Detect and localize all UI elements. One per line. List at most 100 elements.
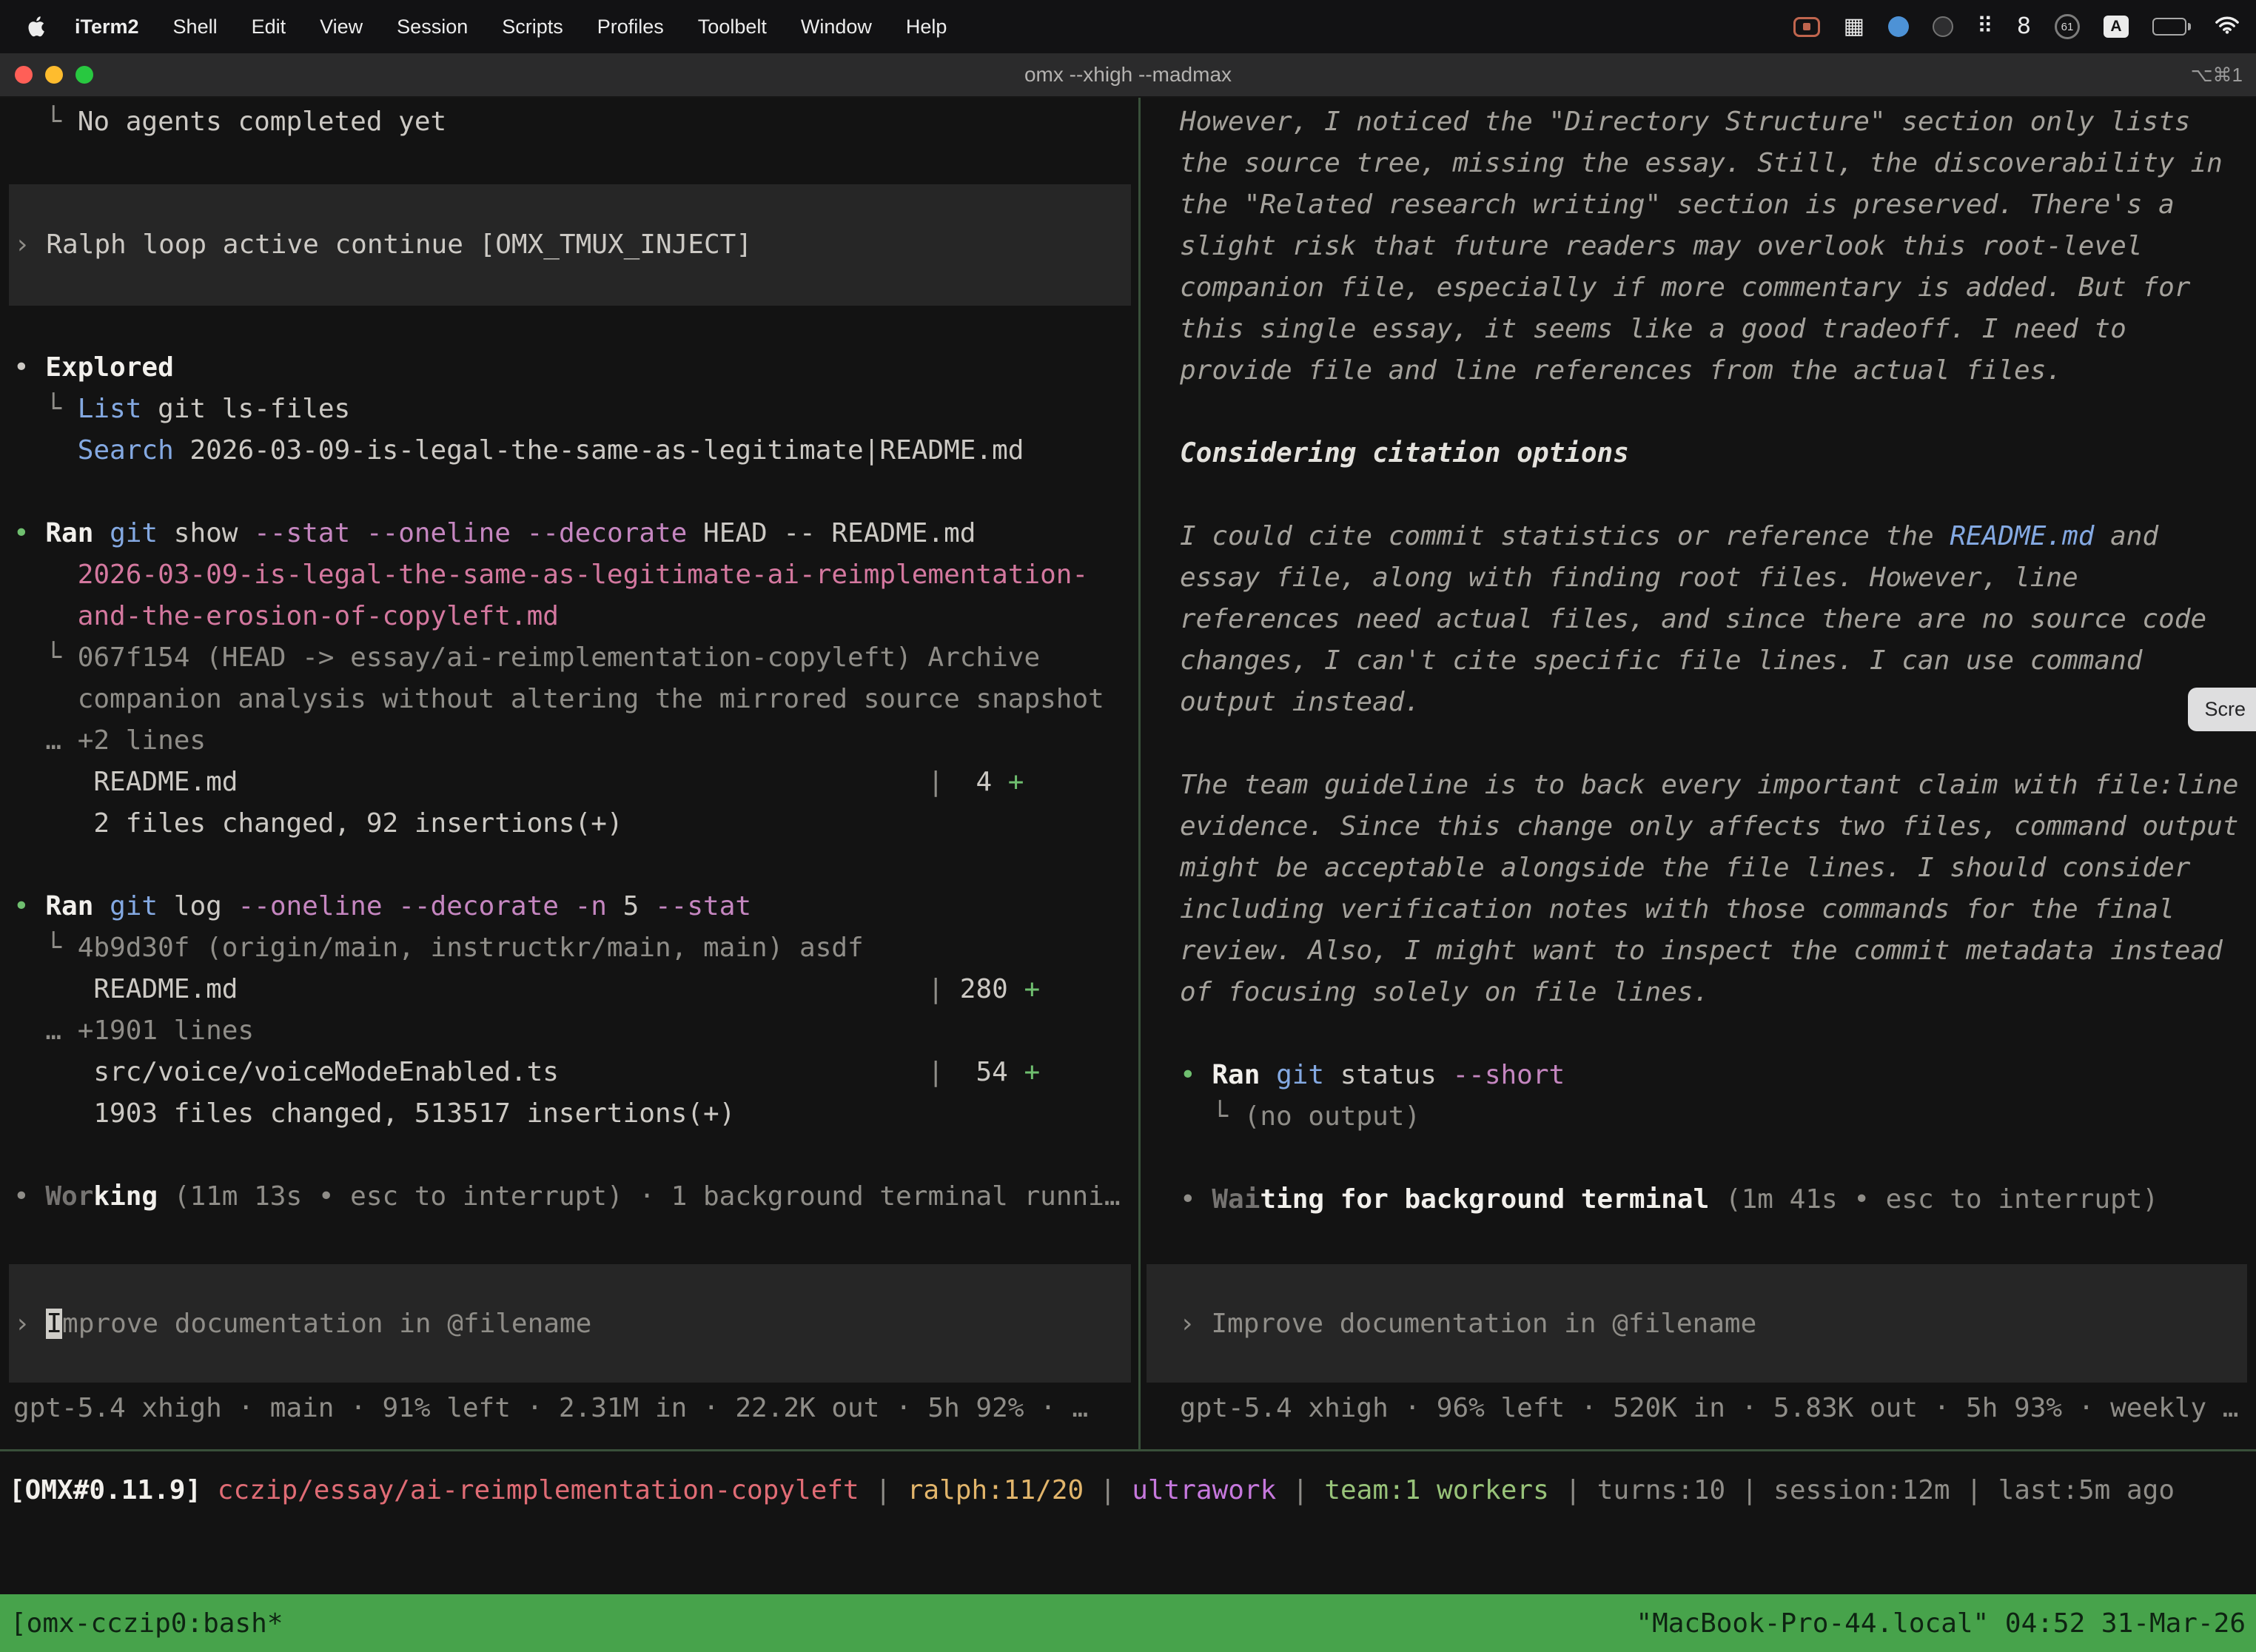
text-segment: └ bbox=[13, 394, 78, 424]
window-title-bar[interactable]: omx --xhigh --madmax ⌥⌘1 bbox=[0, 53, 2256, 98]
reasoning-paragraph: However, I noticed the "Directory Struct… bbox=[1180, 101, 2247, 392]
blank-line bbox=[13, 143, 1138, 184]
reasoning-heading: Considering citation options bbox=[1180, 433, 2256, 474]
text-segment: I could cite commit statistics or refere… bbox=[1180, 521, 1950, 551]
input-text: mprove documentation in @filename bbox=[62, 1309, 591, 1339]
terminal-line: └ No agents completed yet bbox=[13, 101, 1138, 143]
right-input-box[interactable]: › Improve documentation in @filename bbox=[1147, 1264, 2247, 1383]
text-segment: ting for background terminal bbox=[1260, 1184, 1709, 1215]
text-segment: | bbox=[859, 1475, 907, 1505]
menu-item-help[interactable]: Help bbox=[889, 0, 964, 53]
prompt-chevron: › bbox=[1179, 1309, 1211, 1339]
right-terminal-pane[interactable]: However, I noticed the "Directory Struct… bbox=[1141, 98, 2256, 1449]
text-segment: • bbox=[13, 891, 45, 921]
macos-menu-bar: iTerm2 Shell Edit View Session Scripts P… bbox=[0, 0, 2256, 53]
text-segment: README.md bbox=[13, 767, 238, 797]
numeric-app-icon[interactable]: 8 bbox=[2017, 16, 2031, 38]
menu-bar-left: iTerm2 Shell Edit View Session Scripts P… bbox=[0, 0, 964, 53]
tab-shortcut-hint: ⌥⌘1 bbox=[2191, 64, 2256, 87]
text-segment: • bbox=[13, 518, 45, 548]
text-segment: • bbox=[1180, 1184, 1212, 1215]
text-segment: git bbox=[110, 891, 174, 921]
text-segment: However, I noticed the "Directory Struct… bbox=[1180, 107, 2223, 386]
battery-icon[interactable] bbox=[2152, 18, 2191, 36]
close-window-button[interactable] bbox=[15, 66, 33, 84]
window-title: omx --xhigh --madmax bbox=[0, 63, 2256, 87]
minimize-window-button[interactable] bbox=[45, 66, 63, 84]
text-segment: | bbox=[559, 1057, 944, 1087]
text-segment: status bbox=[1340, 1060, 1453, 1090]
right-pane-scrollback: However, I noticed the "Directory Struct… bbox=[1180, 101, 2256, 1220]
text-segment: show bbox=[174, 518, 254, 548]
menu-item-profiles[interactable]: Profiles bbox=[580, 0, 681, 53]
text-segment: Ran bbox=[45, 518, 110, 548]
terminal-line: and-the-erosion-of-copyleft.md bbox=[13, 596, 1138, 637]
edge-tooltip-button[interactable]: Scre bbox=[2188, 688, 2256, 731]
text-segment: • bbox=[13, 352, 45, 383]
text-segment: src/voice/voiceModeEnabled.ts bbox=[13, 1057, 559, 1087]
dots-app-icon[interactable]: ⠿ bbox=[1977, 16, 1993, 38]
left-terminal-pane[interactable]: └ No agents completed yet › Ralph loop ac… bbox=[0, 98, 1138, 1449]
text-segment: | bbox=[1276, 1475, 1324, 1505]
blank-line bbox=[1180, 1138, 2256, 1179]
text-segment: 5 bbox=[623, 891, 655, 921]
pane-divider-vertical[interactable] bbox=[1138, 98, 1141, 1449]
battery-gauge-icon[interactable]: 61 bbox=[2055, 14, 2080, 39]
menu-item-window[interactable]: Window bbox=[784, 0, 889, 53]
text-segment: king bbox=[93, 1181, 158, 1212]
menu-bar-status-icons: ▦ ⠿ 8 61 A bbox=[1793, 14, 2256, 39]
tmux-session-window-label[interactable]: [omx-cczip0:bash* bbox=[10, 1608, 283, 1639]
text-segment: 54 bbox=[944, 1057, 1024, 1087]
text-segment: 2026-03-09-is-legal-the-same-as-legitima… bbox=[13, 560, 1088, 590]
input-source-icon[interactable]: A bbox=[2104, 16, 2129, 38]
menu-item-edit[interactable]: Edit bbox=[235, 0, 303, 53]
text-segment: 2026-03-09-is-legal-the-same-as-legitima… bbox=[189, 435, 1024, 466]
battery-body bbox=[2152, 18, 2186, 36]
terminal-line: 1903 files changed, 513517 insertions(+) bbox=[13, 1093, 1138, 1135]
grid-app-icon[interactable]: ▦ bbox=[1844, 16, 1864, 38]
desktop-screen: iTerm2 Shell Edit View Session Scripts P… bbox=[0, 0, 2256, 1652]
terminal-line: └ (no output) bbox=[1180, 1096, 2256, 1138]
terminal-line: … +1901 lines bbox=[13, 1010, 1138, 1052]
text-segment: Ralph loop active continue [OMX_TMUX_INJ… bbox=[46, 229, 752, 260]
blue-app-icon[interactable] bbox=[1888, 16, 1909, 37]
terminal-line: README.md | 280 + bbox=[13, 969, 1138, 1010]
menu-item-session[interactable]: Session bbox=[380, 0, 485, 53]
right-model-status-line: gpt-5.4 xhigh · 96% left · 520K in · 5.8… bbox=[1180, 1388, 2238, 1429]
input-text: Improve documentation in @filename bbox=[1211, 1309, 1756, 1339]
waiting-status-line: • Waiting for background terminal (1m 41… bbox=[1180, 1179, 2256, 1220]
screen-recording-icon[interactable] bbox=[1793, 17, 1820, 37]
zoom-window-button[interactable] bbox=[75, 66, 93, 84]
text-segment: [OMX#0.11.9] bbox=[9, 1475, 218, 1505]
text-segment: (11m 13s • esc to interrupt) · 1 backgro… bbox=[158, 1181, 1120, 1212]
menu-item-scripts[interactable]: Scripts bbox=[485, 0, 580, 53]
text-segment: --oneline --decorate -n bbox=[238, 891, 622, 921]
menu-item-toolbelt[interactable]: Toolbelt bbox=[681, 0, 784, 53]
battery-nub bbox=[2188, 23, 2191, 30]
text-segment: git ls-files bbox=[158, 394, 350, 424]
text-segment: 280 bbox=[944, 974, 1024, 1004]
text-cursor: I bbox=[46, 1309, 62, 1339]
menu-item-iterm2[interactable]: iTerm2 bbox=[58, 0, 156, 53]
tmux-host-and-clock: "MacBook-Pro-44.local" 04:52 31-Mar-26 bbox=[1636, 1608, 2246, 1639]
terminal-line: └ List git ls-files bbox=[13, 389, 1138, 430]
dark-app-icon[interactable] bbox=[1933, 16, 1953, 37]
text-segment: … +2 lines bbox=[13, 725, 206, 756]
menu-item-view[interactable]: View bbox=[303, 0, 380, 53]
left-input-box[interactable]: › Improve documentation in @filename bbox=[9, 1264, 1131, 1383]
text-segment: + bbox=[1024, 974, 1040, 1004]
apple-menu[interactable] bbox=[18, 15, 58, 38]
text-segment: Wai bbox=[1212, 1184, 1260, 1215]
ralph-loop-banner: › Ralph loop active continue [OMX_TMUX_I… bbox=[9, 184, 1131, 306]
wifi-icon[interactable] bbox=[2215, 15, 2240, 39]
left-pane-scrollback: └ No agents completed yet› Ralph loop ac… bbox=[13, 101, 1138, 1218]
text-segment: (1m 41s • esc to interrupt) bbox=[1709, 1184, 2158, 1215]
text-segment: • bbox=[1180, 1060, 1212, 1090]
pane-divider-horizontal[interactable] bbox=[0, 1449, 2256, 1451]
text-segment: Ran bbox=[45, 891, 110, 921]
blank-line bbox=[1180, 474, 2256, 516]
text-segment: | bbox=[238, 767, 944, 797]
text-segment: └ (no output) bbox=[1180, 1101, 1420, 1132]
terminal-line: • Ran git status --short bbox=[1180, 1055, 2256, 1096]
menu-item-shell[interactable]: Shell bbox=[156, 0, 235, 53]
